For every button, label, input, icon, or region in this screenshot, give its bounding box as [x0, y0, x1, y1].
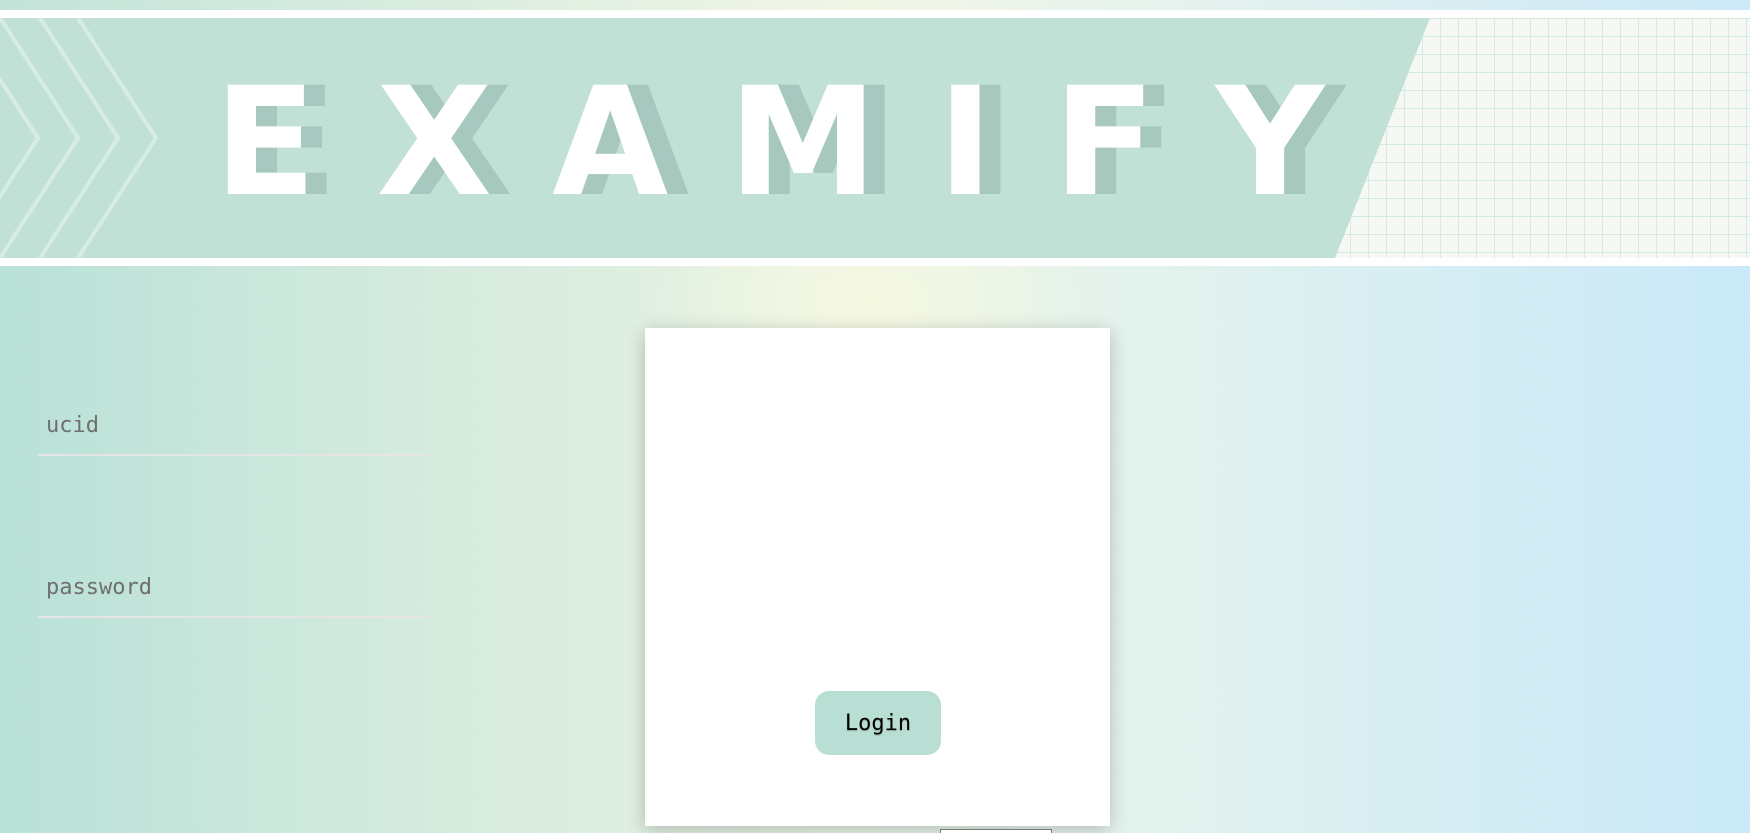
logo-wordmark: EXAMIFY	[214, 56, 1385, 230]
ucid-input[interactable]	[38, 396, 428, 456]
bottom-tab	[940, 829, 1052, 833]
top-strip	[0, 0, 1750, 18]
header-banner: EXAMIFY EXAMIFY	[0, 18, 1750, 266]
login-button[interactable]: Login	[815, 691, 941, 755]
password-input[interactable]	[38, 558, 428, 618]
logo: EXAMIFY EXAMIFY	[0, 18, 1750, 258]
